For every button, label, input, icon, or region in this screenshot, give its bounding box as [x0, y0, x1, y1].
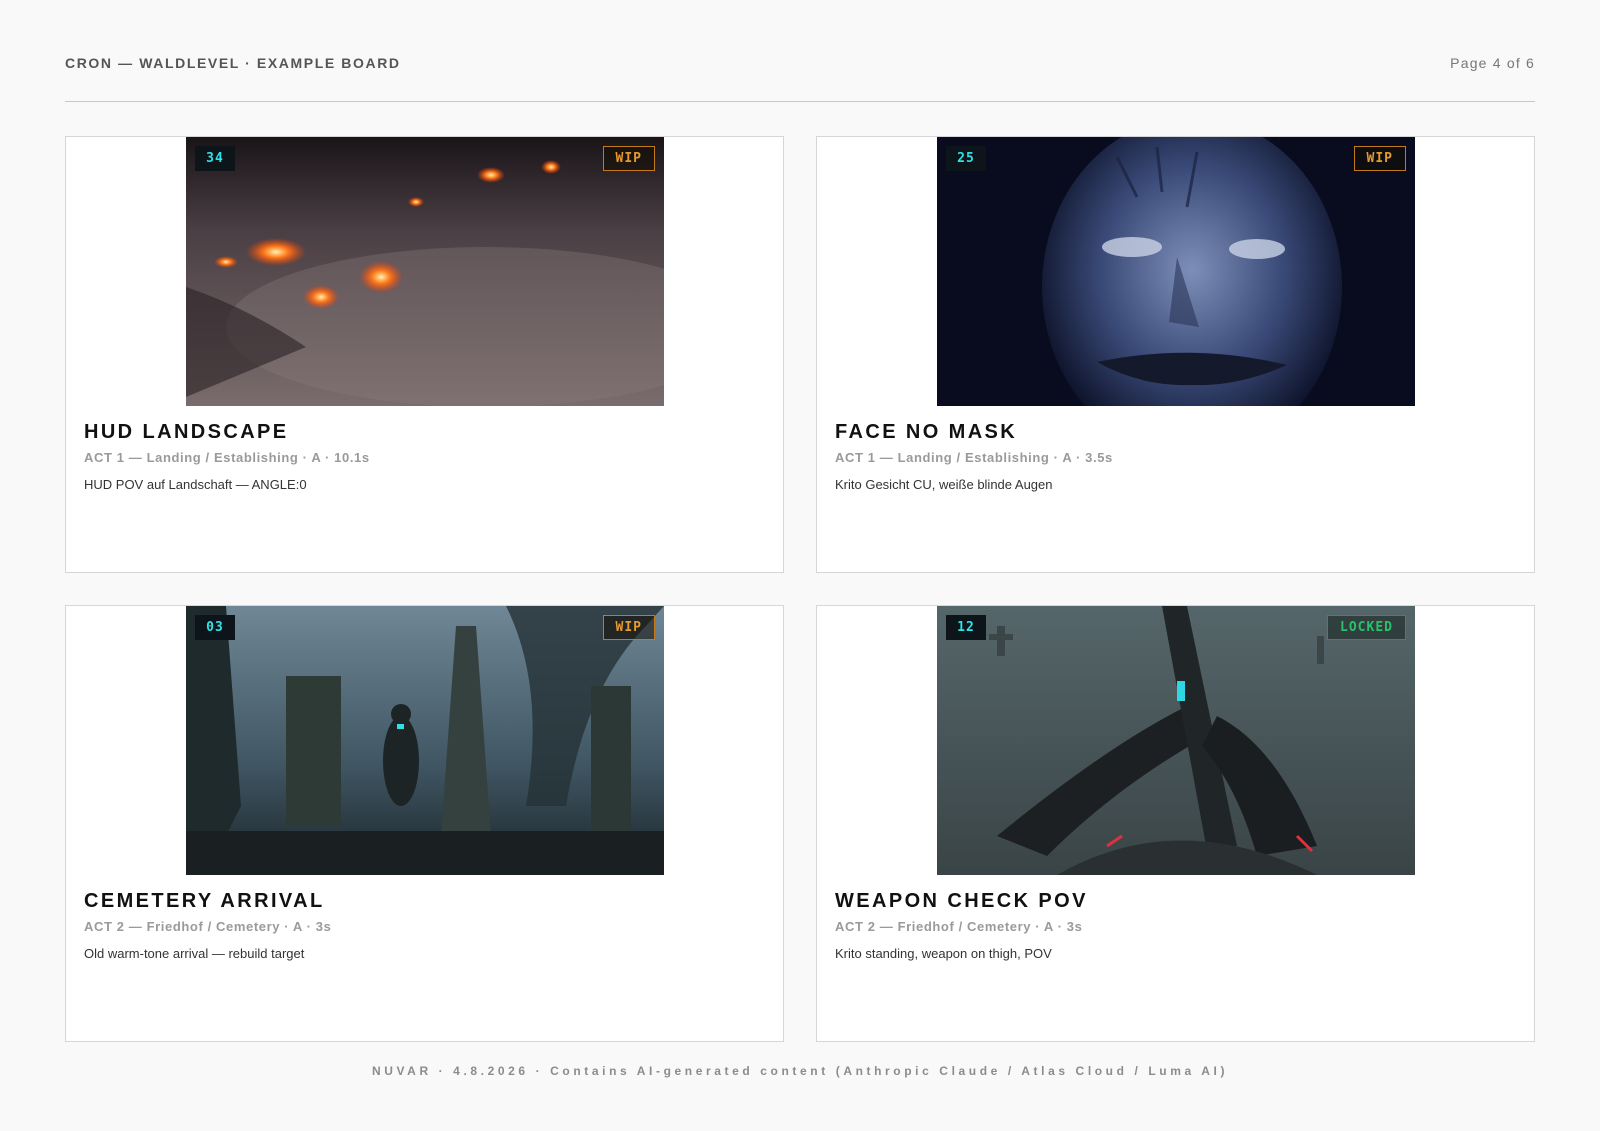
- shot-number-badge: 03: [195, 615, 235, 640]
- shot-thumbnail[interactable]: 34 WIP: [186, 137, 664, 406]
- shot-title: HUD LANDSCAPE: [84, 421, 289, 443]
- shot-description: Krito Gesicht CU, weiße blinde Augen: [835, 477, 1053, 492]
- status-badge: WIP: [1353, 146, 1406, 171]
- shot-number-badge: 12: [946, 615, 986, 640]
- shot-card[interactable]: 34 WIP HUD LANDSCAPE ACT 1 — Landing / E…: [65, 136, 784, 573]
- header-divider: [65, 101, 1535, 102]
- weapon-pov-image: [937, 606, 1415, 875]
- shot-thumbnail[interactable]: 25 WIP: [937, 137, 1415, 406]
- burning-ground-image: [186, 137, 664, 406]
- board-title: CRON — WALDLEVEL · EXAMPLE BOARD: [65, 55, 401, 71]
- cemetery-scene-image: [186, 606, 664, 875]
- shot-card[interactable]: 03 WIP CEMETERY ARRIVAL ACT 2 — Friedhof…: [65, 605, 784, 1042]
- shot-grid: 34 WIP HUD LANDSCAPE ACT 1 — Landing / E…: [65, 136, 1535, 1042]
- shot-description: HUD POV auf Landschaft — ANGLE:0: [84, 477, 307, 492]
- shot-meta: ACT 2 — Friedhof / Cemetery · A · 3s: [835, 919, 1083, 934]
- shot-title: FACE NO MASK: [835, 421, 1018, 443]
- shot-description: Old warm-tone arrival — rebuild target: [84, 946, 305, 961]
- shot-title: CEMETERY ARRIVAL: [84, 890, 325, 912]
- shot-card[interactable]: 12 LOCKED WEAPON CHECK POV ACT 2 — Fried…: [816, 605, 1535, 1042]
- shot-card[interactable]: 25 WIP FACE NO MASK ACT 1 — Landing / Es…: [816, 136, 1535, 573]
- shot-description: Krito standing, weapon on thigh, POV: [835, 946, 1052, 961]
- footer-disclaimer: NUVAR · 4.8.2026 · Contains AI-generated…: [371, 1064, 1229, 1078]
- face-closeup-image: [937, 137, 1415, 406]
- status-badge: LOCKED: [1327, 615, 1406, 640]
- shot-title: WEAPON CHECK POV: [835, 890, 1088, 912]
- shot-meta: ACT 1 — Landing / Establishing · A · 10.…: [84, 450, 370, 465]
- shot-thumbnail[interactable]: 03 WIP: [186, 606, 664, 875]
- shot-number-badge: 34: [195, 146, 235, 171]
- shot-meta: ACT 1 — Landing / Establishing · A · 3.5…: [835, 450, 1113, 465]
- shot-thumbnail[interactable]: 12 LOCKED: [937, 606, 1415, 875]
- page-indicator: Page 4 of 6: [1450, 55, 1535, 71]
- board-header: CRON — WALDLEVEL · EXAMPLE BOARD Page 4 …: [65, 52, 1535, 74]
- status-badge: WIP: [602, 146, 655, 171]
- shot-meta: ACT 2 — Friedhof / Cemetery · A · 3s: [84, 919, 332, 934]
- shot-number-badge: 25: [946, 146, 986, 171]
- status-badge: WIP: [602, 615, 655, 640]
